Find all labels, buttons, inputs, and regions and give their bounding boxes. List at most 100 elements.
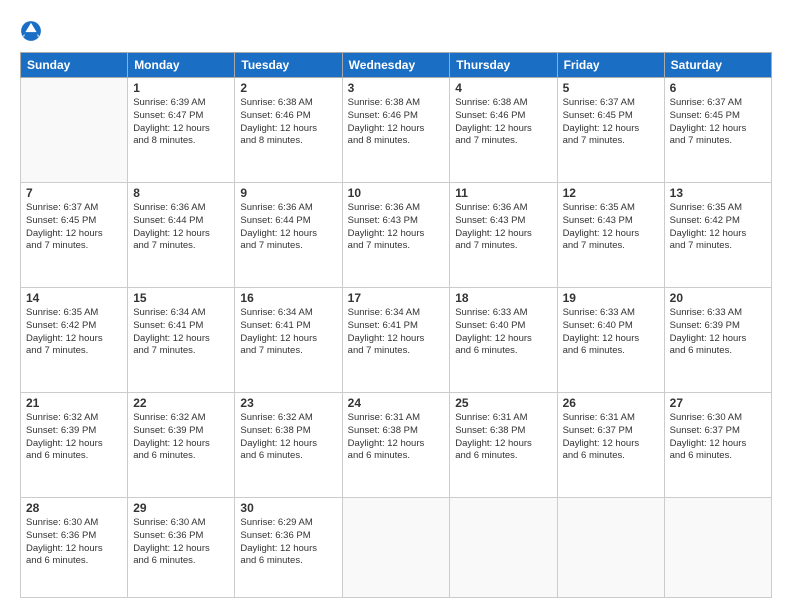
- day-info: Sunrise: 6:33 AM Sunset: 6:39 PM Dayligh…: [670, 307, 766, 358]
- calendar-cell: 27Sunrise: 6:30 AM Sunset: 6:37 PM Dayli…: [664, 393, 771, 498]
- day-info: Sunrise: 6:29 AM Sunset: 6:36 PM Dayligh…: [240, 517, 336, 568]
- day-number: 12: [563, 186, 659, 200]
- calendar-cell: 18 Sunrise: 6:33 AM Sunset: 6:40 PM Dayli…: [450, 288, 557, 393]
- day-info: Sunrise: 6:35 AM Sunset: 6:42 PM Dayligh…: [26, 307, 122, 358]
- weekday-header: Thursday: [450, 53, 557, 78]
- day-number: 16: [240, 291, 336, 305]
- day-info: Sunrise: 6:30 AM Sunset: 6:36 PM Dayligh…: [26, 517, 122, 568]
- day-info: Sunrise: 6:36 AM Sunset: 6:44 PM Dayligh…: [133, 202, 229, 253]
- day-number: 20: [670, 291, 766, 305]
- day-info: Sunrise: 6:31 AM Sunset: 6:38 PM Dayligh…: [455, 412, 551, 463]
- day-number: 15: [133, 291, 229, 305]
- calendar-cell: 7 Sunrise: 6:37 AM Sunset: 6:45 PM Daylig…: [21, 183, 128, 288]
- weekday-header: Friday: [557, 53, 664, 78]
- day-number: 28: [26, 501, 122, 515]
- day-info: Sunrise: 6:34 AM Sunset: 6:41 PM Dayligh…: [240, 307, 336, 358]
- week-row: 14 Sunrise: 6:35 AM Sunset: 6:42 PM Dayli…: [21, 288, 772, 393]
- weekday-header: Sunday: [21, 53, 128, 78]
- day-info: Sunrise: 6:34 AM Sunset: 6:41 PM Dayligh…: [348, 307, 445, 358]
- day-number: 4: [455, 81, 551, 95]
- calendar-cell: 10Sunrise: 6:36 AM Sunset: 6:43 PM Dayli…: [342, 183, 450, 288]
- weekday-header: Saturday: [664, 53, 771, 78]
- calendar-cell: [342, 498, 450, 598]
- day-info: Sunrise: 6:32 AM Sunset: 6:39 PM Dayligh…: [26, 412, 122, 463]
- day-number: 3: [348, 81, 445, 95]
- day-number: 21: [26, 396, 122, 410]
- day-info: Sunrise: 6:33 AM Sunset: 6:40 PM Dayligh…: [455, 307, 551, 358]
- calendar-cell: 22 Sunrise: 6:32 AM Sunset: 6:39 PM Dayli…: [128, 393, 235, 498]
- day-info: Sunrise: 6:33 AM Sunset: 6:40 PM Dayligh…: [563, 307, 659, 358]
- day-info: Sunrise: 6:36 AM Sunset: 6:44 PM Dayligh…: [240, 202, 336, 253]
- calendar-cell: 30 Sunrise: 6:29 AM Sunset: 6:36 PM Dayli…: [235, 498, 342, 598]
- calendar-cell: 29Sunrise: 6:30 AM Sunset: 6:36 PM Dayli…: [128, 498, 235, 598]
- day-number: 19: [563, 291, 659, 305]
- calendar-cell: [557, 498, 664, 598]
- calendar-cell: 28 Sunrise: 6:30 AM Sunset: 6:36 PM Dayli…: [21, 498, 128, 598]
- calendar-cell: 17 Sunrise: 6:34 AM Sunset: 6:41 PM Dayli…: [342, 288, 450, 393]
- calendar-cell: 8 Sunrise: 6:36 AM Sunset: 6:44 PM Daylig…: [128, 183, 235, 288]
- day-info: Sunrise: 6:32 AM Sunset: 6:39 PM Dayligh…: [133, 412, 229, 463]
- calendar-cell: 16 Sunrise: 6:34 AM Sunset: 6:41 PM Dayli…: [235, 288, 342, 393]
- day-number: 1: [133, 81, 229, 95]
- day-info: Sunrise: 6:36 AM Sunset: 6:43 PM Dayligh…: [455, 202, 551, 253]
- day-number: 18: [455, 291, 551, 305]
- calendar-cell: 11Sunrise: 6:36 AM Sunset: 6:43 PM Dayli…: [450, 183, 557, 288]
- day-info: Sunrise: 6:35 AM Sunset: 6:42 PM Dayligh…: [670, 202, 766, 253]
- day-number: 14: [26, 291, 122, 305]
- day-number: 26: [563, 396, 659, 410]
- weekday-header: Wednesday: [342, 53, 450, 78]
- day-info: Sunrise: 6:31 AM Sunset: 6:38 PM Dayligh…: [348, 412, 445, 463]
- day-number: 7: [26, 186, 122, 200]
- day-info: Sunrise: 6:38 AM Sunset: 6:46 PM Dayligh…: [455, 97, 551, 148]
- week-row: 7 Sunrise: 6:37 AM Sunset: 6:45 PM Daylig…: [21, 183, 772, 288]
- day-info: Sunrise: 6:32 AM Sunset: 6:38 PM Dayligh…: [240, 412, 336, 463]
- day-number: 23: [240, 396, 336, 410]
- day-number: 13: [670, 186, 766, 200]
- day-info: Sunrise: 6:31 AM Sunset: 6:37 PM Dayligh…: [563, 412, 659, 463]
- week-row: 28 Sunrise: 6:30 AM Sunset: 6:36 PM Dayli…: [21, 498, 772, 598]
- weekday-header-row: SundayMondayTuesdayWednesdayThursdayFrid…: [21, 53, 772, 78]
- calendar-cell: 23 Sunrise: 6:32 AM Sunset: 6:38 PM Dayli…: [235, 393, 342, 498]
- weekday-header: Tuesday: [235, 53, 342, 78]
- day-info: Sunrise: 6:36 AM Sunset: 6:43 PM Dayligh…: [348, 202, 445, 253]
- day-info: Sunrise: 6:34 AM Sunset: 6:41 PM Dayligh…: [133, 307, 229, 358]
- day-number: 9: [240, 186, 336, 200]
- day-number: 27: [670, 396, 766, 410]
- calendar-cell: 24 Sunrise: 6:31 AM Sunset: 6:38 PM Dayli…: [342, 393, 450, 498]
- day-number: 5: [563, 81, 659, 95]
- day-info: Sunrise: 6:38 AM Sunset: 6:46 PM Dayligh…: [240, 97, 336, 148]
- calendar-cell: 14 Sunrise: 6:35 AM Sunset: 6:42 PM Dayli…: [21, 288, 128, 393]
- day-number: 25: [455, 396, 551, 410]
- calendar-cell: 12Sunrise: 6:35 AM Sunset: 6:43 PM Dayli…: [557, 183, 664, 288]
- calendar-cell: 19 Sunrise: 6:33 AM Sunset: 6:40 PM Dayli…: [557, 288, 664, 393]
- day-info: Sunrise: 6:37 AM Sunset: 6:45 PM Dayligh…: [563, 97, 659, 148]
- logo-icon: [20, 20, 42, 42]
- day-info: Sunrise: 6:38 AM Sunset: 6:46 PM Dayligh…: [348, 97, 445, 148]
- calendar-cell: [21, 78, 128, 183]
- calendar-cell: 3 Sunrise: 6:38 AM Sunset: 6:46 PM Daylig…: [342, 78, 450, 183]
- calendar-cell: 13 Sunrise: 6:35 AM Sunset: 6:42 PM Dayli…: [664, 183, 771, 288]
- day-number: 8: [133, 186, 229, 200]
- calendar-cell: 5 Sunrise: 6:37 AM Sunset: 6:45 PM Daylig…: [557, 78, 664, 183]
- calendar-cell: 15 Sunrise: 6:34 AM Sunset: 6:41 PM Dayli…: [128, 288, 235, 393]
- day-number: 17: [348, 291, 445, 305]
- calendar-cell: 1 Sunrise: 6:39 AM Sunset: 6:47 PM Daylig…: [128, 78, 235, 183]
- calendar-cell: 21 Sunrise: 6:32 AM Sunset: 6:39 PM Dayli…: [21, 393, 128, 498]
- calendar-cell: [450, 498, 557, 598]
- calendar-cell: 4 Sunrise: 6:38 AM Sunset: 6:46 PM Daylig…: [450, 78, 557, 183]
- day-info: Sunrise: 6:30 AM Sunset: 6:36 PM Dayligh…: [133, 517, 229, 568]
- calendar-cell: 20 Sunrise: 6:33 AM Sunset: 6:39 PM Dayli…: [664, 288, 771, 393]
- header: [20, 18, 772, 42]
- day-info: Sunrise: 6:37 AM Sunset: 6:45 PM Dayligh…: [26, 202, 122, 253]
- calendar-cell: 26 Sunrise: 6:31 AM Sunset: 6:37 PM Dayli…: [557, 393, 664, 498]
- week-row: 21 Sunrise: 6:32 AM Sunset: 6:39 PM Dayli…: [21, 393, 772, 498]
- day-number: 22: [133, 396, 229, 410]
- calendar-cell: [664, 498, 771, 598]
- calendar-cell: 25 Sunrise: 6:31 AM Sunset: 6:38 PM Dayli…: [450, 393, 557, 498]
- day-info: Sunrise: 6:39 AM Sunset: 6:47 PM Dayligh…: [133, 97, 229, 148]
- calendar-table: SundayMondayTuesdayWednesdayThursdayFrid…: [20, 52, 772, 598]
- day-number: 30: [240, 501, 336, 515]
- calendar-cell: 2Sunrise: 6:38 AM Sunset: 6:46 PM Daylig…: [235, 78, 342, 183]
- day-number: 24: [348, 396, 445, 410]
- weekday-header: Monday: [128, 53, 235, 78]
